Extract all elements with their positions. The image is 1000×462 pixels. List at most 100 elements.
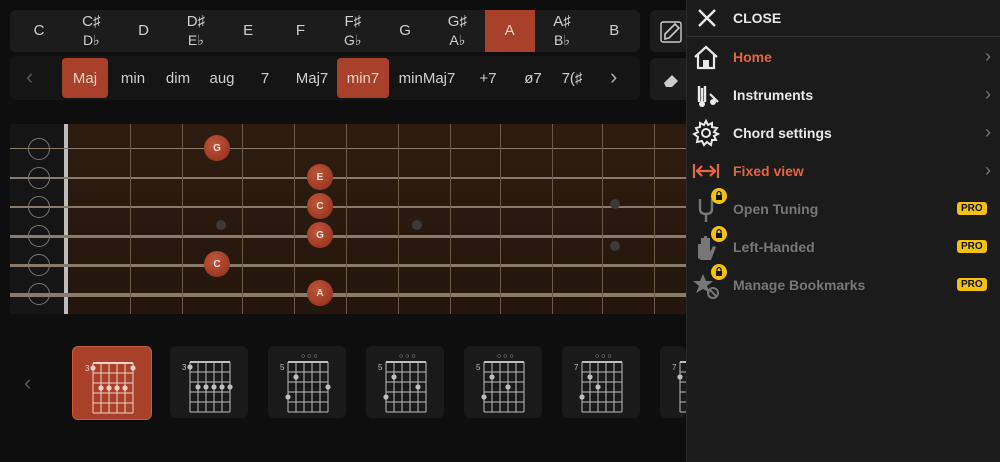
chord-shape-thumbnail[interactable]: 5 ○ ○ ○ xyxy=(366,346,444,418)
chevron-right-icon: › xyxy=(985,160,991,180)
chord-diagram-icon: 7 xyxy=(672,361,686,413)
menu-item-home[interactable]: Home › xyxy=(687,38,1000,76)
pro-badge: PRO xyxy=(957,240,987,253)
note-flat-label: E♭ xyxy=(187,32,204,48)
chord-type-next-arrow-icon[interactable]: › xyxy=(610,64,617,90)
chord-type-9[interactable]: ø7 xyxy=(518,58,548,98)
note-flat-label: G♭ xyxy=(344,32,362,48)
edit-button[interactable] xyxy=(650,10,690,52)
fretboard[interactable]: GECGCA xyxy=(10,124,686,314)
chord-type-4[interactable]: 7 xyxy=(251,58,279,98)
chord-shape-fret-label: 3 xyxy=(182,363,187,372)
home-icon xyxy=(694,45,718,70)
chord-shape-thumbnail[interactable]: 5 ○ ○ ○ xyxy=(268,346,346,418)
menu-item-label: Instruments xyxy=(733,87,814,103)
chord-type-5[interactable]: Maj7 xyxy=(285,58,339,98)
open-string-marker[interactable] xyxy=(28,167,50,189)
note-button-E[interactable]: E xyxy=(223,10,273,52)
fret-note-C[interactable]: C xyxy=(204,251,230,277)
note-button-A[interactable]: A xyxy=(484,10,535,52)
chord-shape-fret-label: 7 xyxy=(574,363,579,372)
fret-note-G[interactable]: G xyxy=(204,135,230,161)
string-1 xyxy=(10,148,686,149)
menu-item-manage-bookmarks[interactable]: Manage Bookmarks PRO xyxy=(687,264,1000,304)
chevron-right-icon: › xyxy=(985,84,991,104)
chord-shape-open-strings: ○ ○ ○ xyxy=(301,353,318,360)
close-icon[interactable] xyxy=(697,8,717,28)
chord-type-7[interactable]: minMaj7 xyxy=(393,58,461,98)
note-button-Gsharp[interactable]: G♯ A♭ xyxy=(432,10,482,52)
note-label: D xyxy=(138,22,150,39)
fret-wire-5 xyxy=(346,124,347,314)
menu-item-left-handed[interactable]: Left-Handed PRO xyxy=(687,226,1000,266)
open-string-marker[interactable] xyxy=(28,196,50,218)
chord-diagram-icon: 5 ○ ○ ○ xyxy=(280,353,331,413)
chord-type-0[interactable]: Maj xyxy=(62,58,108,98)
instruments-icon xyxy=(697,86,719,107)
chord-type-1[interactable]: min xyxy=(112,58,154,98)
fret-note-G[interactable]: G xyxy=(307,222,333,248)
string-4 xyxy=(10,235,686,238)
chord-shape-thumbnail[interactable]: 7 xyxy=(660,346,686,418)
fret-note-C[interactable]: C xyxy=(307,193,333,219)
chord-shape-thumbnail[interactable]: 3 xyxy=(170,346,248,418)
menu-item-open-tuning[interactable]: Open Tuning PRO xyxy=(687,188,1000,228)
string-5 xyxy=(10,264,686,267)
chord-type-6[interactable]: min7 xyxy=(337,58,389,98)
note-button-Asharp[interactable]: A♯ B♭ xyxy=(537,10,587,52)
chord-shape-thumbnail[interactable]: 5 ○ ○ ○ xyxy=(464,346,542,418)
app-root: C C♯ D♭ D D♯ E♭ E F F♯ G♭ G G♯ A♭ A A♯ B♭ B ‹ › Maj min di… xyxy=(0,0,1000,462)
chord-shape-open-strings: ○ ○ ○ xyxy=(595,353,612,360)
note-button-Dsharp[interactable]: D♯ E♭ xyxy=(171,10,221,52)
chord-diagram-icon: 7 ○ ○ ○ xyxy=(574,353,623,413)
chord-type-10[interactable]: 7(♯ xyxy=(558,58,586,98)
chord-type-2[interactable]: dim xyxy=(157,58,199,98)
lock-icon xyxy=(711,226,727,242)
chord-diagram-icon: 5 ○ ○ ○ xyxy=(476,353,525,413)
gear-icon xyxy=(692,118,721,147)
open-string-marker[interactable] xyxy=(28,138,50,160)
shapes-prev-arrow-icon[interactable]: ‹ xyxy=(24,370,31,396)
close-label[interactable]: CLOSE xyxy=(733,10,781,26)
eraser-button[interactable] xyxy=(650,58,690,100)
note-button-D[interactable]: D xyxy=(119,10,169,52)
note-label: F♯ xyxy=(344,13,362,30)
menu-item-label: Home xyxy=(733,49,772,65)
chevron-right-icon: › xyxy=(985,46,991,66)
pencil-icon xyxy=(660,21,682,43)
nut xyxy=(64,124,68,314)
note-button-C[interactable]: C xyxy=(14,10,64,52)
note-label: G xyxy=(399,22,411,39)
fret-wire-9 xyxy=(552,124,553,314)
note-button-Csharp[interactable]: C♯ D♭ xyxy=(66,10,116,52)
chord-shape-fret-label: 5 xyxy=(280,363,285,372)
chord-shape-thumbnail[interactable]: 3 xyxy=(72,346,152,420)
note-button-B[interactable]: B xyxy=(589,10,639,52)
chord-type-8[interactable]: +7 xyxy=(473,58,503,98)
fret-note-A[interactable]: A xyxy=(307,280,333,306)
chord-type-prev-arrow-icon[interactable]: ‹ xyxy=(26,64,33,90)
chord-shape-fret-label: 5 xyxy=(378,363,383,372)
menu-item-chord-settings[interactable]: Chord settings › xyxy=(687,114,1000,152)
chord-shape-open-strings: ○ ○ ○ xyxy=(497,353,514,360)
open-string-marker[interactable] xyxy=(28,254,50,276)
note-button-F[interactable]: F xyxy=(276,10,326,52)
menu-item-label: Chord settings xyxy=(733,125,832,141)
menu-item-fixed-view[interactable]: Fixed view › xyxy=(687,152,1000,190)
chord-diagram-icon: 3 xyxy=(182,361,233,413)
note-flat-label: A♭ xyxy=(449,32,466,48)
chord-shape-thumbnail[interactable]: 7 ○ ○ ○ xyxy=(562,346,640,418)
note-button-Fsharp[interactable]: F♯ G♭ xyxy=(328,10,378,52)
open-string-marker[interactable] xyxy=(28,225,50,247)
note-label: G♯ xyxy=(447,13,467,30)
menu-item-instruments[interactable]: Instruments › xyxy=(687,76,1000,114)
fret-note-E[interactable]: E xyxy=(307,164,333,190)
pro-badge: PRO xyxy=(957,278,987,291)
menu-header[interactable]: CLOSE xyxy=(687,0,1000,37)
open-string-marker[interactable] xyxy=(28,283,50,305)
chord-type-3[interactable]: aug xyxy=(202,58,242,98)
fixed-view-icon xyxy=(692,164,720,178)
note-button-G[interactable]: G xyxy=(380,10,430,52)
chord-shape-fret-label: 3 xyxy=(85,364,90,373)
fret-inlay xyxy=(216,220,226,230)
